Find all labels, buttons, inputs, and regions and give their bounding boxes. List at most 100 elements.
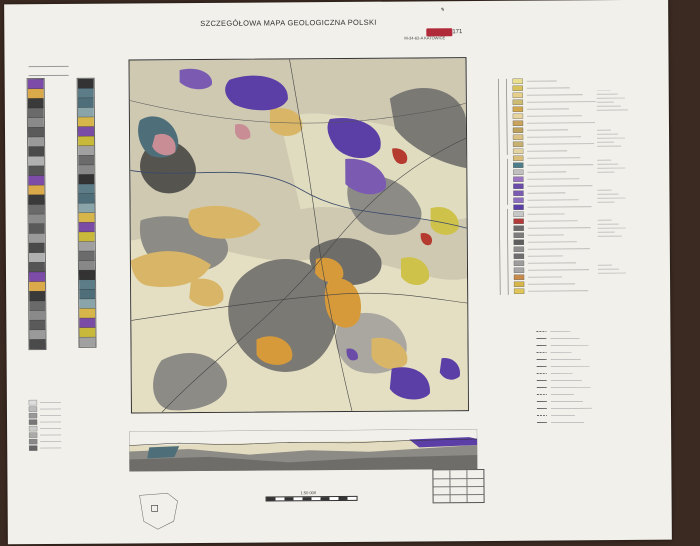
- index-map-outline: [139, 492, 178, 530]
- column-layer: [29, 339, 46, 350]
- column-layer: [29, 291, 46, 302]
- column-layer: [78, 231, 95, 242]
- legend-swatch: [512, 113, 524, 119]
- column-layer: [78, 183, 95, 194]
- column-layer: [28, 233, 45, 244]
- column-layer: [28, 223, 45, 234]
- column-layer: [27, 88, 44, 99]
- location-index-map-svg: [139, 492, 178, 530]
- column-layer: [78, 241, 95, 252]
- legend-swatch: [513, 190, 524, 196]
- column-layer: [28, 185, 45, 196]
- legend-swatch: [512, 106, 524, 112]
- symbol-legend-svg: [536, 331, 592, 423]
- cross-section-svg: [128, 428, 478, 472]
- stratigraphic-column-middle: [76, 77, 97, 348]
- geological-map[interactable]: [128, 57, 469, 414]
- location-index-map: [138, 491, 182, 531]
- column-layer: [78, 164, 95, 175]
- geological-legend: [483, 74, 605, 305]
- legend-swatch: [513, 176, 524, 182]
- table-col-line: [449, 470, 451, 503]
- column-layer: [28, 165, 45, 176]
- column-layer: [28, 252, 45, 263]
- legend-swatch: [513, 211, 524, 217]
- stratigraphic-column-left-svg: [27, 78, 46, 350]
- legend-swatch: [513, 162, 524, 168]
- legend-swatch: [513, 204, 524, 210]
- lithology-swatch: [28, 412, 38, 419]
- table-row-line: [433, 477, 484, 480]
- table-row-line: [433, 493, 484, 496]
- legend-swatch: [513, 281, 525, 287]
- lithology-swatch: [29, 438, 38, 445]
- stratigraphic-column-left: [26, 78, 47, 351]
- legend-swatch: [513, 183, 524, 189]
- column-layer: [78, 145, 95, 156]
- lithology-legend: [27, 396, 67, 456]
- lithology-swatch: [29, 445, 38, 451]
- lithology-swatch: [28, 406, 38, 412]
- column-layer: [28, 146, 45, 157]
- column-layer: [77, 88, 94, 99]
- lithology-legend-svg: [28, 399, 62, 451]
- column-layer: [29, 310, 46, 321]
- column-layer: [78, 174, 95, 185]
- scale-bar: [265, 495, 358, 502]
- column-layer: [78, 155, 95, 166]
- legend-text-blocks-svg: [596, 89, 628, 274]
- column-layer: [27, 98, 44, 109]
- column-layer: [79, 298, 96, 309]
- column-layer: [78, 250, 95, 261]
- lithology-swatch: [28, 399, 38, 406]
- column-layer: [79, 308, 96, 319]
- legend-bracket: [506, 78, 508, 155]
- legend-swatch: [513, 169, 524, 175]
- column-layer: [28, 271, 46, 282]
- scale-label: 1:50 000: [300, 490, 317, 496]
- index-map-marker: [151, 504, 158, 512]
- column-layer: [28, 136, 45, 147]
- legend-swatch: [512, 85, 523, 91]
- column-layer: [29, 281, 46, 292]
- column-header-left: [28, 65, 69, 77]
- legend-swatch: [512, 148, 524, 154]
- legend-swatch: [513, 232, 524, 238]
- legend-bracket: [507, 208, 509, 295]
- legend-swatch: [513, 260, 525, 266]
- sheet-code: M-34-62-A KATOWICE: [404, 35, 446, 41]
- section-layer: [147, 446, 180, 459]
- column-layer: [27, 127, 45, 138]
- column-layer: [28, 175, 45, 186]
- column-layer: [78, 193, 95, 204]
- column-layer: [29, 300, 46, 311]
- legend-swatch: [513, 253, 525, 259]
- legend-swatch: [513, 225, 524, 231]
- sheet-number: 171: [452, 29, 463, 36]
- sheet-index-table: [432, 468, 485, 504]
- column-layer: [78, 212, 95, 223]
- geological-map-svg[interactable]: [129, 58, 468, 413]
- column-layer: [77, 126, 95, 137]
- column-layer: [27, 117, 44, 128]
- column-layer: [27, 107, 44, 119]
- column-layer: [79, 337, 96, 348]
- column-layer: [77, 116, 94, 127]
- column-layer: [29, 329, 46, 340]
- stratigraphic-column-middle-svg: [77, 78, 96, 348]
- column-layer: [77, 78, 94, 89]
- legend-swatch: [512, 134, 524, 140]
- column-layer: [28, 214, 45, 225]
- lithology-swatch: [28, 425, 38, 432]
- column-layer: [78, 270, 96, 281]
- legend-swatch: [512, 99, 523, 105]
- map-title: SZCZEGÓŁOWA MAPA GEOLOGICZNA POLSKI: [200, 17, 377, 28]
- legend-swatch: [513, 239, 524, 245]
- handwritten-note: ✎: [440, 7, 445, 14]
- legend-swatch: [513, 155, 524, 161]
- column-layer: [28, 156, 45, 167]
- legend-swatch: [512, 92, 523, 98]
- legend-swatch: [513, 288, 525, 294]
- column-layer: [79, 279, 96, 290]
- column-layer: [27, 79, 44, 90]
